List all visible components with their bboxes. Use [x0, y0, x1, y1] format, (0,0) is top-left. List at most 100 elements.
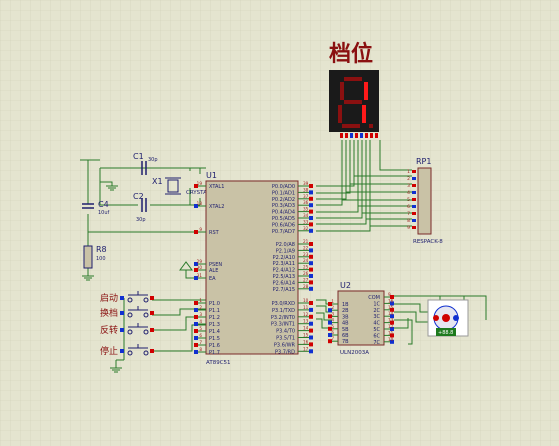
u1-right-pin-label: P2.5/A13 — [273, 274, 295, 280]
u1-right-pin-label: P2.6/A14 — [273, 280, 295, 286]
u1-right-pin-label: P2.1/A9 — [276, 248, 295, 254]
u1-left-pin-number: 3 — [199, 312, 202, 317]
u2-right-pin-number: 14 — [388, 311, 394, 316]
u1-right-pin-label: P3.3/INT1 — [271, 322, 295, 328]
u1-pin-marker — [194, 329, 198, 333]
u2-right-pin-number: 11 — [388, 330, 394, 335]
microcontroller-u1[interactable]: U1 AT89C51 XTAL119XTAL218RST9PSEN29ALE30… — [194, 171, 313, 366]
u1-pin-marker — [309, 335, 313, 340]
u1-left-pin-number: 29 — [197, 259, 203, 264]
u2-right-pin-number: 10 — [388, 337, 394, 342]
u1-right-pin-label: P0.6/AD6 — [272, 222, 295, 228]
u2-right-pin-number: 13 — [388, 318, 394, 323]
u1-right-pin-number: 22 — [303, 245, 309, 250]
u1-right-pin-label: P0.1/AD1 — [272, 190, 295, 196]
u1-pin-marker — [194, 350, 198, 354]
u1-right-pin-label: P0.3/AD3 — [272, 203, 295, 209]
u1-right-pin-label: P3.6/WR — [274, 342, 296, 348]
u1-left-pin-number: 5 — [199, 326, 202, 331]
u2-right-pin-number: 12 — [388, 324, 394, 329]
u1-pin-marker — [309, 328, 313, 333]
u1-pin-marker — [309, 280, 313, 285]
u1-pin-marker — [309, 248, 313, 253]
schematic-canvas[interactable]: 档位 RP1 RESPACK-8 123456789 C1 30p C2 30p… — [0, 0, 559, 446]
u1-right-pin-number: 24 — [303, 258, 309, 263]
button-pin-left — [120, 328, 124, 332]
u1-pin-marker — [309, 307, 313, 312]
u2-ref: U2 — [340, 281, 351, 290]
u2-left-pin-number: 1 — [331, 299, 334, 304]
u1-right-pin-number: 10 — [303, 298, 309, 303]
rp1-pin-marker — [412, 198, 416, 201]
u1-right-pin-label: P3.4/T0 — [276, 329, 295, 335]
u1-right-pin-number: 35 — [303, 207, 309, 212]
u1-right-pin-number: 32 — [303, 226, 309, 231]
button-pin-right — [150, 296, 154, 300]
u1-right-pin-number: 25 — [303, 265, 309, 270]
u2-right-pin-label: 6C — [373, 333, 380, 339]
rp1-pin-marker — [412, 191, 416, 194]
u1-right-pin-label: P2.7/A15 — [273, 287, 295, 293]
u1-pin-marker — [309, 314, 313, 319]
u1-left-pin-number: 6 — [199, 333, 202, 338]
u1-right-pin-label: P2.0/A8 — [276, 242, 295, 248]
u1-pin-marker — [309, 321, 313, 326]
u1-ref: U1 — [206, 171, 217, 180]
stepper-motor[interactable]: +88.8 — [427, 299, 469, 337]
u2-right-pin-label: COM — [368, 295, 380, 301]
u1-left-pin-label: RST — [209, 230, 220, 236]
u1-right-pin-label: P0.4/AD4 — [272, 210, 295, 216]
u1-right-pin-label: P3.2/INT0 — [271, 315, 295, 321]
rp1-pin-number: 2 — [407, 176, 410, 182]
u1-right-pin-number: 16 — [303, 339, 309, 344]
segment-g — [344, 100, 362, 104]
rp1-pin-marker — [412, 219, 416, 222]
u1-left-pin-label: ALE — [209, 268, 218, 274]
rp1-pin-number: 9 — [407, 225, 410, 231]
rp1-pin-marker — [412, 226, 416, 229]
u1-right-pin-number: 12 — [303, 312, 309, 317]
u1-part: AT89C51 — [206, 360, 231, 366]
rp1-pin-marker — [412, 177, 416, 180]
u1-pin-marker — [194, 322, 198, 326]
rp1-ref: RP1 — [416, 157, 431, 166]
u1-right-pin-number: 21 — [303, 239, 309, 244]
u1-right-pin-number: 15 — [303, 333, 309, 338]
rp1-pin-marker — [412, 205, 416, 208]
u1-left-pin-label: P1.1 — [209, 308, 220, 314]
u1-left-pin-number: 9 — [199, 227, 202, 232]
u2-left-pin-label: 5B — [342, 327, 349, 333]
u1-pin-marker — [194, 343, 198, 347]
rp1-pin-marker — [412, 184, 416, 187]
motor-value: +88.8 — [438, 330, 453, 336]
u1-right-pin-number: 38 — [303, 187, 309, 192]
u1-right-pin-label: P3.7/RD — [275, 349, 295, 355]
driver-u2[interactable]: U2 ULN2003A 1B 1 2B 2 3B 3 4B 4 5B 5 6B 6 7B 7 COM 9 1C 1… — [328, 281, 394, 356]
u1-right-pin-number: 14 — [303, 326, 309, 331]
u1-left-pin-number: 31 — [197, 273, 203, 278]
u1-right-pin-number: 26 — [303, 271, 309, 276]
rp1-pin-number: 5 — [407, 197, 410, 203]
push-button-label: 反转 — [100, 324, 118, 336]
u1-pin-marker — [309, 267, 313, 272]
rp1-pin-marker — [412, 212, 416, 215]
u2-right-pin-label: 3C — [373, 314, 380, 320]
r8-ref: R8 — [96, 245, 107, 254]
c4-ref: C4 — [98, 200, 109, 209]
c1-value: 30p — [148, 157, 158, 163]
u1-left-pin-number: 1 — [199, 298, 202, 303]
u1-right-pin-number: 33 — [303, 219, 309, 224]
display-title: 档位 — [329, 41, 373, 67]
push-button-label: 停止 — [100, 345, 118, 357]
u1-pin-marker — [309, 203, 313, 208]
button-pin-left — [120, 296, 124, 300]
u1-right-pin-number: 39 — [303, 181, 309, 186]
rp1-part: RESPACK-8 — [413, 239, 443, 245]
u1-right-pin-label: P2.4/A12 — [273, 268, 295, 274]
u1-pin-marker — [309, 190, 313, 195]
u2-left-pin-number: 5 — [331, 324, 334, 329]
u1-pin-marker — [194, 230, 198, 234]
u1-left-pin-label: P1.3 — [209, 322, 220, 328]
u1-right-pin-label: P0.5/AD5 — [272, 216, 295, 222]
u1-right-pin-label: P3.0/RXD — [272, 301, 296, 307]
